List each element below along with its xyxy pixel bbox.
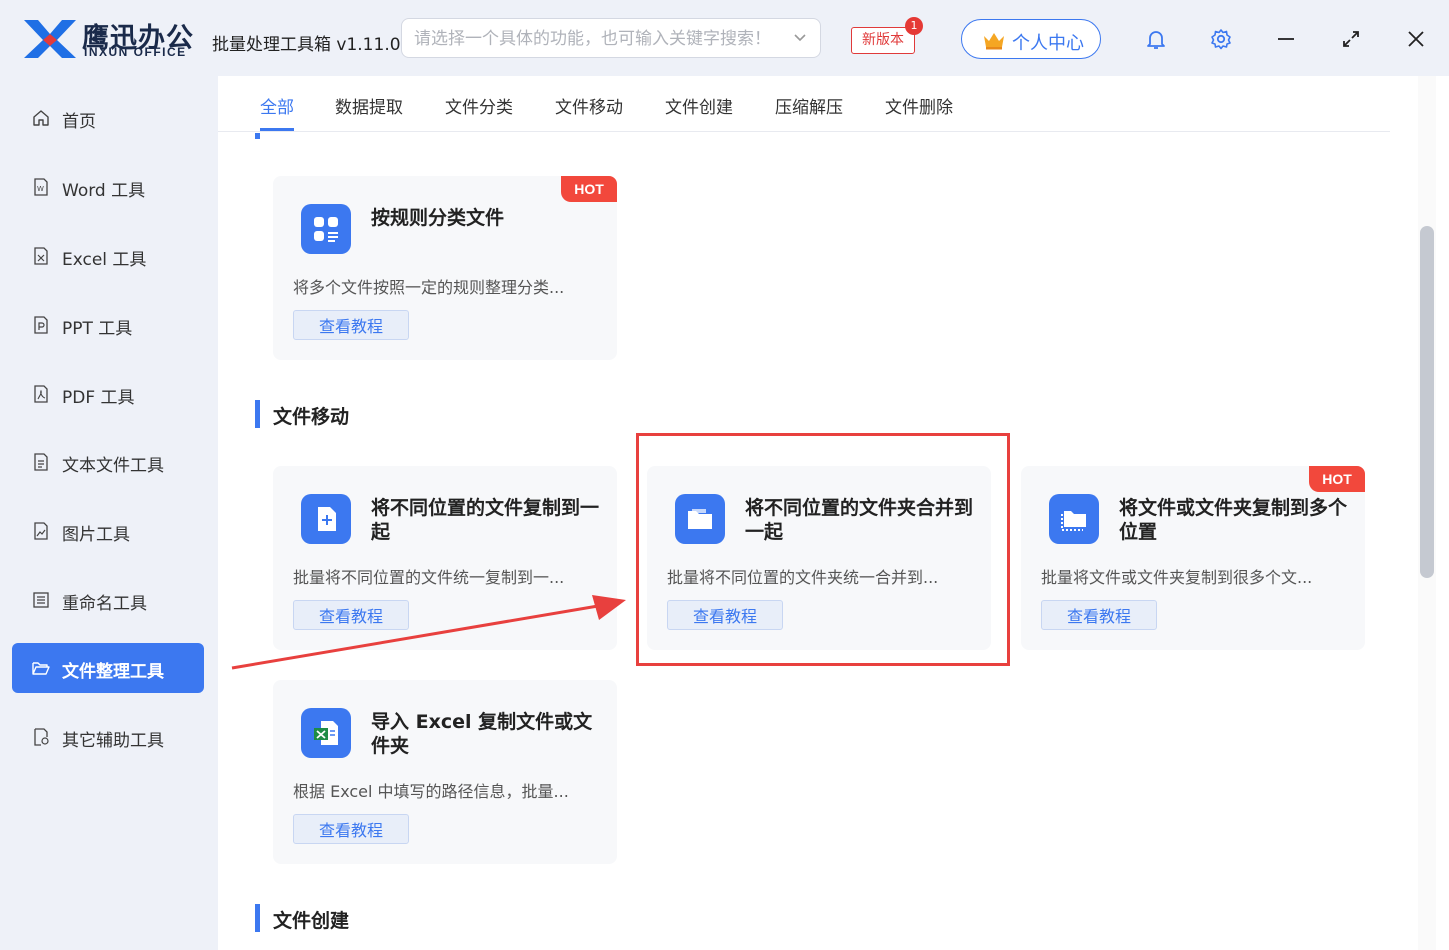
sidebar-item-file-organize[interactable]: 文件整理工具 bbox=[12, 643, 204, 693]
svg-text:W: W bbox=[37, 185, 44, 193]
tab-file-create[interactable]: 文件创建 bbox=[665, 93, 733, 118]
gear-icon[interactable] bbox=[1206, 24, 1236, 54]
new-version-badge[interactable]: 新版本 1 bbox=[851, 17, 923, 54]
tab-file-move[interactable]: 文件移动 bbox=[555, 93, 623, 118]
card-title: 将不同位置的文件复制到一起 bbox=[371, 497, 600, 543]
file-add-icon bbox=[301, 494, 351, 544]
tools-icon bbox=[34, 728, 49, 746]
sidebar-item-label: Excel 工具 bbox=[62, 250, 147, 270]
new-version-label: 新版本 bbox=[862, 32, 904, 48]
chevron-down-icon[interactable] bbox=[792, 29, 808, 45]
card-description: 批量将文件或文件夹复制到很多个文... bbox=[1041, 568, 1313, 587]
view-tutorial-button[interactable]: 查看教程 bbox=[293, 600, 409, 630]
sidebar-item-text[interactable]: 文本文件工具 bbox=[12, 437, 204, 487]
tool-card-copy-to-multiple[interactable]: 将文件或文件夹复制到多个位置 批量将文件或文件夹复制到很多个文... 查看教程 … bbox=[1021, 466, 1365, 650]
scrollbar-thumb[interactable] bbox=[1420, 226, 1434, 578]
tab-file-classify[interactable]: 文件分类 bbox=[445, 93, 513, 118]
view-tutorial-button[interactable]: 查看教程 bbox=[1041, 600, 1157, 630]
tool-card-import-excel-copy[interactable]: 导入 Excel 复制文件或文件夹 根据 Excel 中填写的路径信息，批量..… bbox=[273, 680, 617, 864]
excel-file-icon bbox=[34, 247, 48, 265]
sidebar-item-home[interactable]: 首页 bbox=[12, 93, 204, 143]
sidebar-item-label: PDF 工具 bbox=[62, 388, 135, 408]
notification-count: 1 bbox=[905, 17, 923, 35]
text-file-icon bbox=[34, 453, 48, 471]
sidebar-item-image[interactable]: 图片工具 bbox=[12, 506, 204, 556]
card-title: 将文件或文件夹复制到多个位置 bbox=[1119, 497, 1348, 543]
sidebar-item-label: 其它辅助工具 bbox=[62, 731, 164, 751]
folder-open-icon bbox=[32, 662, 50, 675]
sidebar: 首页 W Word 工具 Excel 工具 PPT 工具 PDF 工具 文本文件… bbox=[0, 76, 210, 950]
tab-file-delete[interactable]: 文件删除 bbox=[885, 93, 953, 118]
user-center-label: 个人中心 bbox=[1012, 33, 1084, 54]
sidebar-item-rename[interactable]: 重命名工具 bbox=[12, 575, 204, 625]
sidebar-item-label: 文本文件工具 bbox=[62, 456, 164, 476]
sidebar-item-excel[interactable]: Excel 工具 bbox=[12, 231, 204, 281]
tool-card-classify-by-rule[interactable]: 按规则分类文件 将多个文件按照一定的规则整理分类... 查看教程 HOT bbox=[273, 176, 617, 360]
home-icon bbox=[33, 110, 49, 126]
user-center-button[interactable]: 个人中心 bbox=[961, 19, 1101, 59]
section-title-file-create: 文件创建 bbox=[254, 904, 349, 933]
word-file-icon: W bbox=[34, 178, 48, 196]
sidebar-item-pdf[interactable]: PDF 工具 bbox=[12, 369, 204, 419]
sidebar-item-label: 图片工具 bbox=[62, 525, 130, 545]
tab-all[interactable]: 全部 bbox=[260, 93, 294, 131]
category-tabs: 全部 数据提取 文件分类 文件移动 文件创建 压缩解压 文件删除 bbox=[218, 76, 1390, 132]
app-title: 批量处理工具箱 v1.11.0 bbox=[212, 35, 401, 55]
tool-card-copy-files-together[interactable]: 将不同位置的文件复制到一起 批量将不同位置的文件统一复制到一... 查看教程 bbox=[273, 466, 617, 650]
sidebar-item-ppt[interactable]: PPT 工具 bbox=[12, 300, 204, 350]
list-icon bbox=[33, 592, 49, 608]
card-description: 根据 Excel 中填写的路径信息，批量... bbox=[293, 782, 569, 801]
sidebar-item-label: Word 工具 bbox=[62, 181, 146, 201]
crown-icon bbox=[984, 33, 1004, 50]
tab-data-extract[interactable]: 数据提取 bbox=[335, 93, 403, 118]
folder-copy-icon bbox=[1049, 494, 1099, 544]
sidebar-item-label: 文件整理工具 bbox=[62, 662, 164, 682]
app-logo: 鹰迅办公 INXUN OFFICE bbox=[20, 14, 200, 62]
logo-x-icon bbox=[24, 20, 76, 58]
sidebar-item-label: 首页 bbox=[62, 112, 96, 132]
minimize-icon[interactable] bbox=[1271, 24, 1301, 54]
image-file-icon bbox=[34, 522, 48, 540]
card-title: 按规则分类文件 bbox=[371, 207, 505, 229]
sidebar-item-word[interactable]: W Word 工具 bbox=[12, 162, 204, 212]
tab-compress[interactable]: 压缩解压 bbox=[775, 93, 843, 118]
grid-apps-icon bbox=[301, 204, 351, 254]
sidebar-item-label: 重命名工具 bbox=[62, 594, 147, 614]
section-marker bbox=[255, 133, 260, 139]
logo-text-en: INXUN OFFICE bbox=[84, 45, 187, 59]
main-panel: 全部 数据提取 文件分类 文件移动 文件创建 压缩解压 文件删除 按规则分类文件… bbox=[218, 76, 1449, 950]
maximize-icon[interactable] bbox=[1336, 24, 1366, 54]
hot-badge: HOT bbox=[561, 176, 617, 202]
search-input[interactable] bbox=[414, 27, 784, 51]
view-tutorial-button[interactable]: 查看教程 bbox=[293, 310, 409, 340]
search-box[interactable] bbox=[401, 18, 821, 58]
card-description: 将多个文件按照一定的规则整理分类... bbox=[293, 278, 565, 297]
view-tutorial-button[interactable]: 查看教程 bbox=[293, 814, 409, 844]
highlight-box bbox=[636, 433, 1010, 666]
excel-import-icon bbox=[301, 708, 351, 758]
card-description: 批量将不同位置的文件统一复制到一... bbox=[293, 568, 565, 587]
card-title: 导入 Excel 复制文件或文件夹 bbox=[371, 711, 593, 757]
ppt-file-icon bbox=[34, 316, 48, 334]
title-bar: 鹰迅办公 INXUN OFFICE 批量处理工具箱 v1.11.0 新版本 1 … bbox=[0, 0, 1449, 76]
sidebar-item-label: PPT 工具 bbox=[62, 319, 133, 339]
section-title-file-move: 文件移动 bbox=[254, 400, 349, 429]
bell-icon[interactable] bbox=[1141, 24, 1171, 54]
pdf-file-icon bbox=[34, 385, 48, 403]
hot-badge: HOT bbox=[1309, 466, 1365, 492]
close-icon[interactable] bbox=[1401, 24, 1431, 54]
sidebar-item-other[interactable]: 其它辅助工具 bbox=[12, 712, 204, 762]
